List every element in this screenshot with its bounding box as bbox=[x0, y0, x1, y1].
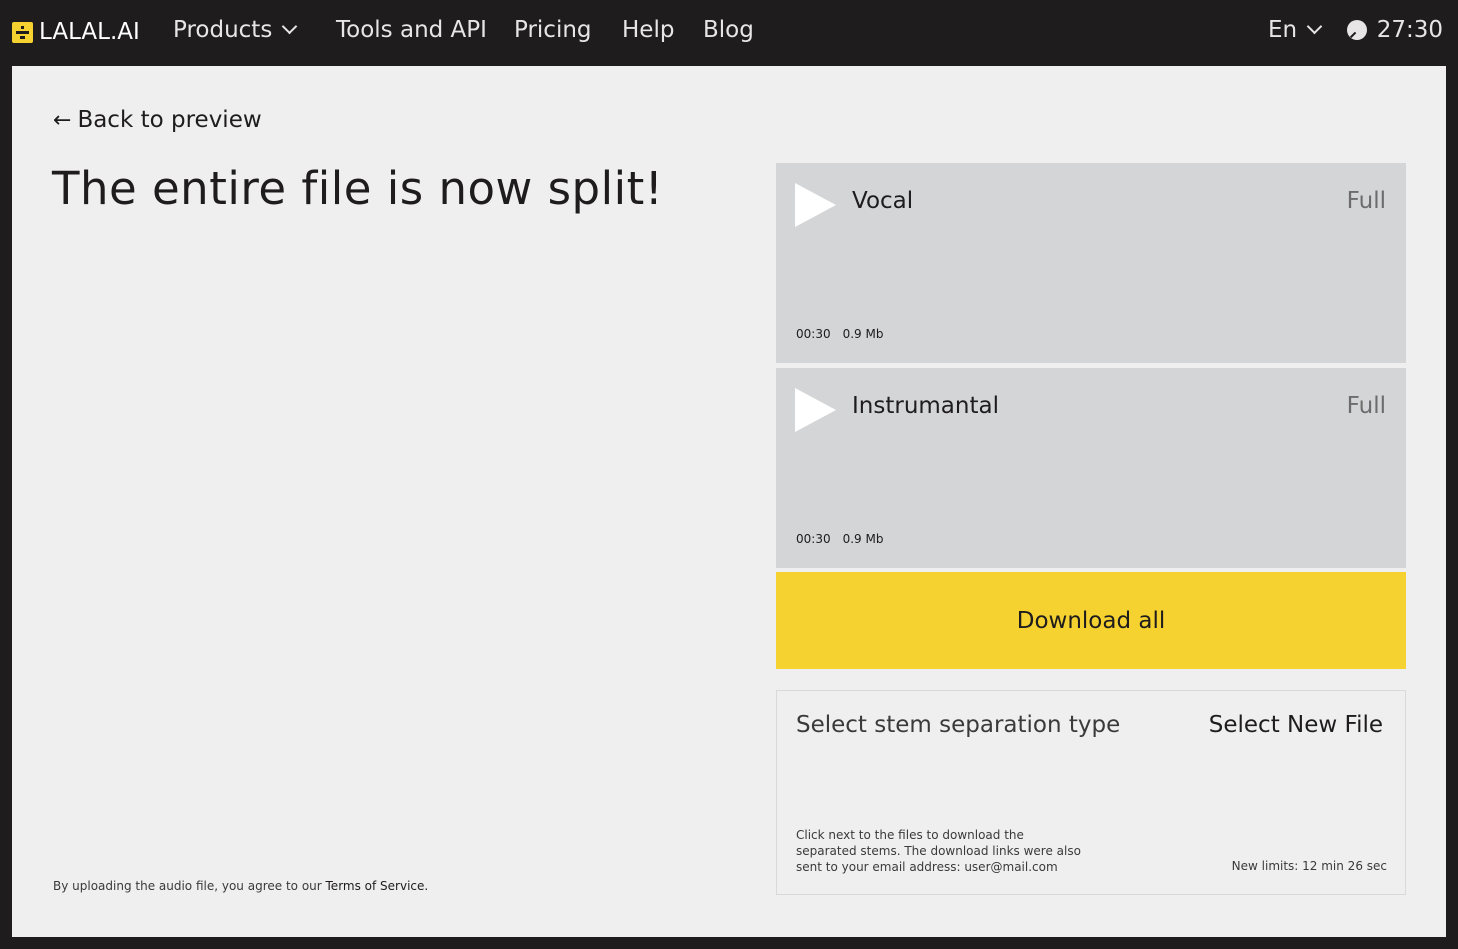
terms-of-service-link[interactable]: Terms of Service. bbox=[326, 879, 429, 893]
chevron-down-icon bbox=[1306, 18, 1323, 35]
logo-text: LALAL.AI bbox=[39, 19, 140, 45]
next-actions-panel: Select stem separation type Select New F… bbox=[776, 690, 1406, 895]
stem-quality: Full bbox=[1346, 393, 1386, 419]
stem-name: Instrumantal bbox=[852, 393, 999, 419]
play-icon[interactable] bbox=[795, 183, 836, 227]
nav-products-label: Products bbox=[173, 17, 273, 43]
nav-tools-label: Tools and API bbox=[336, 17, 487, 43]
select-new-file-button[interactable]: Select New File bbox=[1209, 712, 1383, 738]
stem-quality: Full bbox=[1346, 188, 1386, 214]
language-label: En bbox=[1268, 17, 1298, 43]
nav-pricing-label: Pricing bbox=[514, 17, 592, 43]
timer-value: 27:30 bbox=[1376, 17, 1443, 43]
nav-products[interactable]: Products bbox=[173, 17, 298, 43]
new-limits: New limits: 12 min 26 sec bbox=[1231, 859, 1387, 873]
stem-duration: 00:30 bbox=[796, 532, 831, 546]
nav-tools-and-api[interactable]: Tools and API bbox=[336, 17, 487, 43]
main-content: ← Back to preview The entire file is now… bbox=[12, 66, 1446, 937]
language-selector[interactable]: En bbox=[1268, 17, 1323, 43]
stem-meta: 00:30 0.9 Mb bbox=[796, 532, 883, 546]
lalal-logo-icon bbox=[12, 21, 33, 43]
page-title: The entire file is now split! bbox=[52, 162, 664, 215]
nav-blog-label: Blog bbox=[703, 17, 754, 43]
clock-icon bbox=[1346, 20, 1367, 40]
chevron-down-icon bbox=[282, 18, 298, 35]
terms-notice: By uploading the audio file, you agree t… bbox=[53, 879, 428, 893]
stem-duration: 00:30 bbox=[796, 327, 831, 341]
select-stem-separation-type-button[interactable]: Select stem separation type bbox=[796, 712, 1120, 738]
download-all-button[interactable]: Download all bbox=[776, 572, 1406, 669]
stem-size: 0.9 Mb bbox=[842, 532, 884, 546]
play-icon[interactable] bbox=[795, 388, 836, 432]
stem-card-instrumental: Instrumantal Full 00:30 0.9 Mb bbox=[776, 368, 1406, 568]
remaining-time[interactable]: 27:30 bbox=[1346, 17, 1443, 43]
terms-text: By uploading the audio file, you agree t… bbox=[53, 879, 326, 893]
download-note: Click next to the files to download the … bbox=[796, 828, 1081, 874]
arrow-left-icon: ← bbox=[53, 107, 72, 133]
back-label: Back to preview bbox=[77, 107, 262, 133]
nav-pricing[interactable]: Pricing bbox=[514, 17, 592, 43]
stem-size: 0.9 Mb bbox=[842, 327, 884, 341]
nav-help[interactable]: Help bbox=[622, 17, 674, 43]
stem-name: Vocal bbox=[852, 188, 914, 214]
back-to-preview-link[interactable]: ← Back to preview bbox=[53, 107, 262, 133]
nav-help-label: Help bbox=[622, 17, 675, 43]
stem-card-vocal: Vocal Full 00:30 0.9 Mb bbox=[776, 163, 1406, 363]
logo[interactable]: LALAL.AI bbox=[12, 19, 140, 45]
top-navigation-bar: LALAL.AI Products Tools and API Pricing … bbox=[0, 0, 1458, 65]
nav-blog[interactable]: Blog bbox=[703, 17, 754, 43]
stem-meta: 00:30 0.9 Mb bbox=[796, 327, 883, 341]
